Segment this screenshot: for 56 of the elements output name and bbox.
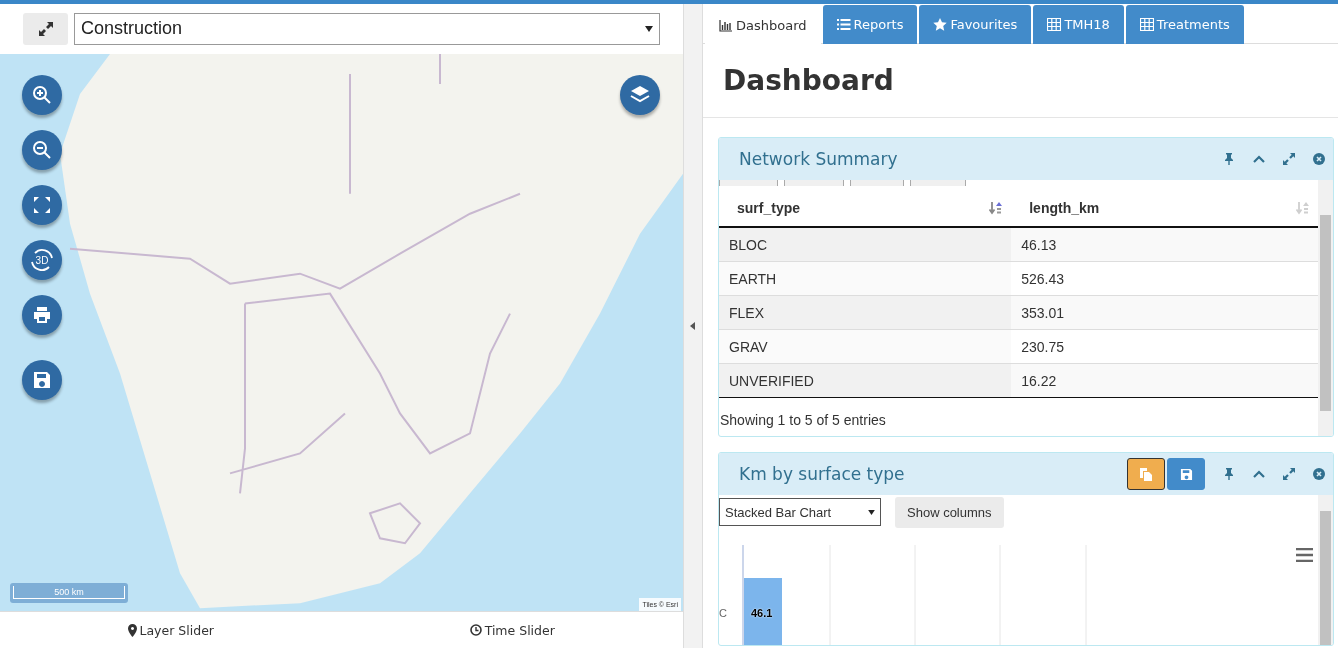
save-icon	[1179, 467, 1193, 481]
panel-title: Network Summary	[739, 149, 898, 169]
list-icon	[836, 18, 851, 31]
slider-tab[interactable]: Time Slider	[341, 612, 683, 648]
pin-icon[interactable]	[1223, 153, 1235, 165]
clock-icon	[469, 624, 482, 637]
close-icon[interactable]	[1313, 153, 1325, 165]
table-cell: EARTH	[719, 261, 1012, 296]
fullscreen-icon	[32, 194, 52, 215]
table-cell: 16.22	[1011, 363, 1318, 398]
table-cell: 46.13	[1011, 227, 1318, 262]
axis-label: C	[719, 607, 727, 619]
table-icon	[1047, 18, 1062, 31]
table-cell: UNVERIFIED	[719, 363, 1012, 398]
table-cell: BLOC	[719, 227, 1012, 262]
page-title: Dashboard	[703, 44, 1338, 118]
expand-button[interactable]	[23, 12, 68, 45]
slider-tab[interactable]: Layer Slider	[0, 612, 342, 648]
tab[interactable]: Reports	[822, 5, 918, 44]
zoom-in-icon	[32, 84, 52, 105]
menu-icon[interactable]	[1296, 548, 1313, 562]
layer-select[interactable]: Construction	[74, 12, 660, 45]
table-info: Showing 1 to 5 of 5 entries	[719, 411, 887, 428]
collapse-icon[interactable]	[1253, 468, 1265, 480]
chart-type-select[interactable]: Stacked Bar Chart	[719, 498, 881, 526]
dropdown-caret-icon	[868, 509, 875, 515]
expand-icon[interactable]	[1283, 153, 1295, 165]
tab[interactable]: TMH18	[1033, 5, 1124, 44]
table-cell: FLEX	[719, 295, 1012, 330]
save-button[interactable]	[1167, 458, 1205, 490]
table-cell: GRAV	[719, 329, 1012, 364]
data-label: 46.1	[751, 607, 773, 619]
dropdown-caret-icon	[645, 25, 653, 32]
zoom-out-icon	[32, 139, 52, 160]
collapse-icon[interactable]	[1253, 153, 1265, 165]
panel-title: Km by surface type	[739, 464, 905, 484]
star-icon	[933, 18, 948, 31]
collapse-arrow-icon[interactable]	[690, 322, 696, 330]
table-cell: 353.01	[1011, 295, 1318, 330]
bar-chart-icon	[719, 18, 733, 32]
scale-bar: 500 km	[10, 582, 128, 603]
scrollbar[interactable]	[1318, 180, 1333, 436]
close-icon[interactable]	[1313, 468, 1325, 480]
pin-icon	[127, 623, 137, 637]
expand-icon	[36, 19, 55, 38]
tab[interactable]: Favourites	[919, 5, 1032, 44]
show-columns-button[interactable]: Show columns	[895, 496, 1004, 528]
table-icon	[1139, 18, 1154, 31]
save-icon	[32, 369, 52, 390]
scrollbar[interactable]	[1318, 495, 1333, 645]
tab[interactable]: Treatments	[1125, 5, 1244, 44]
copy-icon	[1139, 467, 1153, 481]
print-icon	[32, 304, 52, 325]
expand-icon[interactable]	[1283, 468, 1295, 480]
copy-button[interactable]	[1127, 458, 1165, 490]
pin-icon[interactable]	[1223, 468, 1235, 480]
